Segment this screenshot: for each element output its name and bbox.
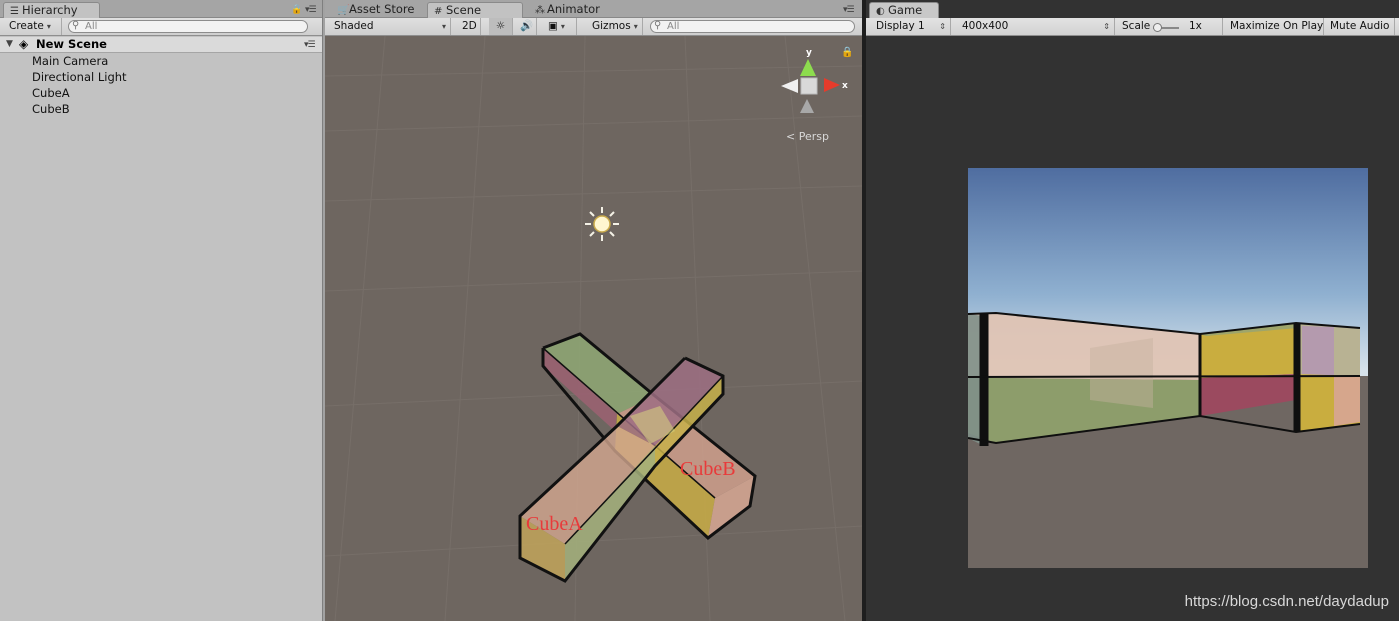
- game-tabbar: ◐ Game: [866, 0, 1399, 19]
- audio-toggle-button[interactable]: 🔊: [515, 18, 537, 35]
- image-icon: ▣: [548, 20, 558, 32]
- chevron-updown-icon: ⇕: [1103, 22, 1110, 31]
- effects-dropdown[interactable]: ▣ ▾: [543, 18, 577, 35]
- chevron-down-icon: ▾: [46, 22, 51, 31]
- scene-root-row[interactable]: ▼ ◈ New Scene ▾☰: [0, 37, 322, 53]
- cube-b-label: CubeB: [680, 458, 736, 480]
- scale-slider-knob[interactable]: [1153, 23, 1162, 32]
- panel-menu-icon[interactable]: ▾☰: [843, 5, 855, 15]
- create-button[interactable]: Create ▾: [4, 18, 62, 35]
- game-view[interactable]: [968, 168, 1368, 568]
- speaker-icon: 🔊: [520, 20, 534, 32]
- tab-animator[interactable]: ⁂ Animator: [529, 2, 608, 18]
- hierarchy-item-cubea[interactable]: CubeA: [32, 86, 70, 100]
- hierarchy-tabbar: ☰ Hierarchy 🔒 ▾☰: [0, 0, 322, 19]
- projection-label[interactable]: < Persp: [786, 130, 829, 143]
- shopping-cart-icon: 🛒: [337, 5, 350, 16]
- scene-toolbar: Shaded ▾ 2D ☼ 🔊 ▣ ▾ Gizmos ▾ ⚲ All: [325, 18, 863, 36]
- maximize-on-play-toggle[interactable]: Maximize On Play: [1225, 18, 1324, 35]
- gizmo-x-label: x: [842, 81, 848, 91]
- directional-light-icon[interactable]: [585, 207, 619, 241]
- scale-slider[interactable]: [1153, 23, 1179, 32]
- sun-icon: ☼: [495, 20, 506, 32]
- scene-viewport[interactable]: CubeB CubeA y x 🔒 < Persp: [325, 36, 863, 621]
- game-panel: ◐ Game Display 1 ⇕ 400x400 ⇕ Scale 1x Maxim…: [866, 0, 1399, 621]
- chevron-down-icon: ▾: [560, 22, 565, 31]
- tab-asset-store[interactable]: 🛒Asset Store: [331, 2, 423, 18]
- chevron-down-icon: ▾: [633, 22, 638, 31]
- scene-name: New Scene: [36, 37, 107, 51]
- display-dropdown[interactable]: Display 1 ⇕: [871, 18, 951, 35]
- hierarchy-toolbar: Create ▾ ⚲ All: [0, 18, 322, 36]
- scene-search-input[interactable]: ⚲ All: [650, 20, 855, 33]
- lock-icon[interactable]: 🔒: [291, 5, 302, 15]
- search-icon: ⚲: [654, 20, 662, 31]
- cube-a-label: CubeA: [526, 513, 583, 535]
- search-icon: ⚲: [72, 20, 80, 31]
- scene-menu-icon[interactable]: ▾☰: [304, 38, 316, 53]
- lighting-toggle-button[interactable]: ☼: [489, 18, 513, 35]
- nodes-icon: ⁂: [535, 5, 545, 16]
- gizmo-lock-icon[interactable]: 🔒: [841, 46, 853, 58]
- hierarchy-panel: ☰ Hierarchy 🔒 ▾☰ Create ▾ ⚲ All ▼ ◈ New Sc…: [0, 0, 323, 621]
- hierarchy-item-cubeb[interactable]: CubeB: [32, 102, 70, 116]
- hierarchy-search-input[interactable]: ⚲ All: [68, 20, 308, 33]
- scene-canvas[interactable]: CubeB CubeA y x 🔒 < Persp: [325, 36, 863, 621]
- list-icon: ☰: [10, 6, 19, 17]
- watermark-text: https://blog.csdn.net/daydadup: [1184, 593, 1389, 610]
- grid-icon: #: [434, 6, 443, 17]
- scene-tabbar: 🛒Asset Store # Scene ⁂ Animator ▾☰: [325, 0, 863, 19]
- gizmos-dropdown[interactable]: Gizmos ▾: [587, 18, 643, 35]
- chevron-updown-icon: ⇕: [939, 22, 946, 31]
- panel-menu-icon[interactable]: ▾☰: [305, 5, 317, 15]
- pacman-icon: ◐: [876, 6, 885, 17]
- game-toolbar: Display 1 ⇕ 400x400 ⇕ Scale 1x Maximize On…: [866, 18, 1399, 36]
- chevron-down-icon: ▾: [441, 22, 446, 31]
- mute-audio-toggle[interactable]: Mute Audio: [1325, 18, 1395, 35]
- 2d-toggle-button[interactable]: 2D: [457, 18, 481, 35]
- game-render: [968, 168, 1368, 568]
- tab-scene[interactable]: # Scene: [427, 2, 523, 19]
- hierarchy-item-main-camera[interactable]: Main Camera: [32, 54, 108, 68]
- draw-mode-dropdown[interactable]: Shaded ▾: [329, 18, 451, 35]
- orientation-gizmo[interactable]: y x: [781, 48, 848, 113]
- hierarchy-item-directional-light[interactable]: Directional Light: [32, 70, 127, 84]
- gizmo-y-label: y: [806, 48, 812, 58]
- tab-game[interactable]: ◐ Game: [869, 2, 939, 19]
- scale-control[interactable]: Scale 1x: [1117, 18, 1223, 35]
- unity-logo-icon: ◈: [19, 37, 29, 51]
- scene-panel: 🛒Asset Store # Scene ⁂ Animator ▾☰ Shaded ▾…: [325, 0, 863, 621]
- resolution-dropdown[interactable]: 400x400 ⇕: [957, 18, 1115, 35]
- tab-hierarchy[interactable]: ☰ Hierarchy: [3, 2, 100, 19]
- expand-triangle-icon[interactable]: ▼: [6, 37, 13, 52]
